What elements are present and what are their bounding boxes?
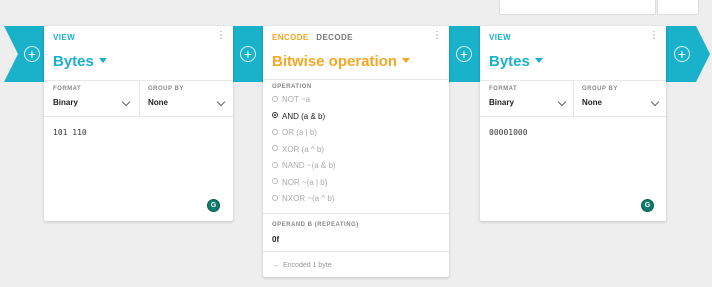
card-title: Bitwise operation bbox=[272, 53, 398, 70]
plus-circle-icon[interactable]: + bbox=[24, 46, 40, 62]
format-label: FORMAT bbox=[53, 86, 82, 92]
chevron-down-icon[interactable] bbox=[650, 97, 660, 107]
plus-circle-icon[interactable]: + bbox=[674, 46, 690, 62]
caret-down-icon bbox=[402, 57, 411, 63]
card-title: Bytes bbox=[53, 53, 94, 70]
plus-circle-icon[interactable]: + bbox=[240, 46, 256, 62]
view-card-input: VIEW ⋮ Bytes FORMAT Binary GROUP BY None… bbox=[44, 26, 233, 221]
top-toolbar-button[interactable] bbox=[657, 0, 699, 15]
radio-unchecked-icon[interactable] bbox=[272, 145, 278, 152]
operation-option[interactable]: NXOR ~(a ^ b) bbox=[272, 194, 334, 205]
kebab-menu-icon[interactable]: ⋮ bbox=[432, 31, 442, 41]
divider bbox=[480, 116, 666, 117]
caret-down-icon bbox=[98, 57, 107, 63]
card-tabs: ENCODE DECODE bbox=[272, 33, 358, 42]
radio-unchecked-icon[interactable] bbox=[272, 128, 278, 135]
radio-checked-icon[interactable] bbox=[272, 112, 278, 119]
grammarly-icon[interactable]: G bbox=[641, 199, 654, 212]
tab-view[interactable]: VIEW bbox=[53, 33, 75, 42]
divider bbox=[263, 213, 449, 214]
operation-option-label: NOR ~(a | b) bbox=[282, 177, 328, 187]
group-by-select[interactable]: None bbox=[582, 98, 602, 107]
caret-down-icon bbox=[534, 57, 543, 63]
operation-option[interactable]: NOT ~a bbox=[272, 95, 310, 106]
tab-view[interactable]: VIEW bbox=[489, 33, 511, 42]
divider bbox=[263, 251, 449, 252]
card-title-dropdown[interactable]: Bytes bbox=[489, 53, 543, 70]
byte-output: 00001000 bbox=[489, 128, 528, 137]
card-title-dropdown[interactable]: Bitwise operation bbox=[272, 53, 411, 70]
group-by-label: GROUP BY bbox=[148, 86, 184, 92]
kebab-menu-icon[interactable]: ⋮ bbox=[649, 31, 659, 41]
operation-option[interactable]: NOR ~(a | b) bbox=[272, 178, 327, 189]
operation-option-label: NAND ~(a & b) bbox=[282, 161, 336, 170]
operation-option[interactable]: XOR (a ^ b) bbox=[272, 145, 324, 156]
radio-unchecked-icon[interactable] bbox=[272, 178, 278, 185]
card-tabs: VIEW bbox=[489, 33, 516, 42]
bitwise-operation-card: ENCODE DECODE ⋮ Bitwise operation OPERAT… bbox=[263, 26, 449, 277]
chevron-down-icon[interactable] bbox=[557, 97, 567, 107]
view-card-output: VIEW ⋮ Bytes FORMAT Binary GROUP BY None… bbox=[480, 26, 666, 221]
radio-unchecked-icon[interactable] bbox=[272, 161, 278, 168]
byte-output: 101 110 bbox=[53, 128, 87, 137]
operation-label: OPERATION bbox=[272, 84, 312, 90]
divider bbox=[139, 80, 140, 116]
divider bbox=[573, 80, 574, 116]
operation-option[interactable]: NAND ~(a & b) bbox=[272, 161, 336, 172]
operation-option-label: NOT ~a bbox=[282, 95, 311, 104]
group-by-label: GROUP BY bbox=[582, 86, 618, 92]
tab-encode[interactable]: ENCODE bbox=[272, 33, 309, 42]
card-title: Bytes bbox=[489, 53, 530, 70]
operand-input[interactable]: 0f bbox=[272, 235, 279, 244]
operation-option-label: OR (a | b) bbox=[282, 128, 317, 137]
chevron-down-icon[interactable] bbox=[121, 97, 131, 107]
chevron-down-icon[interactable] bbox=[216, 97, 226, 107]
operation-option-label: AND (a & b) bbox=[282, 111, 326, 121]
format-select[interactable]: Binary bbox=[53, 98, 78, 107]
plus-circle-icon[interactable]: + bbox=[456, 46, 472, 62]
card-title-dropdown[interactable]: Bytes bbox=[53, 53, 107, 70]
operation-option[interactable]: AND (a & b) bbox=[272, 112, 325, 123]
divider bbox=[263, 79, 449, 80]
group-by-select[interactable]: None bbox=[148, 98, 168, 107]
card-tabs: VIEW bbox=[53, 33, 80, 42]
grammarly-icon[interactable]: G bbox=[207, 199, 220, 212]
operand-label: OPERAND B (REPEATING) bbox=[272, 222, 359, 228]
radio-unchecked-icon[interactable] bbox=[272, 194, 278, 201]
format-label: FORMAT bbox=[489, 86, 518, 92]
tab-decode[interactable]: DECODE bbox=[316, 33, 353, 42]
divider bbox=[44, 116, 233, 117]
kebab-menu-icon[interactable]: ⋮ bbox=[216, 31, 226, 41]
arrow-right-icon: → bbox=[272, 262, 279, 269]
status-text: Encoded 1 byte bbox=[283, 262, 332, 269]
top-toolbar-field[interactable] bbox=[499, 0, 656, 15]
radio-unchecked-icon[interactable] bbox=[272, 95, 278, 102]
operation-option-label: NXOR ~(a ^ b) bbox=[282, 194, 335, 203]
format-select[interactable]: Binary bbox=[489, 98, 514, 107]
status-message: → Encoded 1 byte bbox=[272, 262, 332, 269]
operation-option[interactable]: OR (a | b) bbox=[272, 128, 317, 139]
operation-option-label: XOR (a ^ b) bbox=[282, 144, 324, 154]
